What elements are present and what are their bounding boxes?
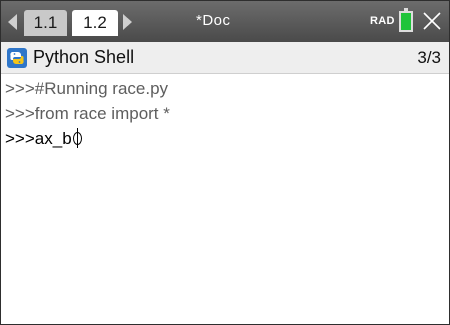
page-count: 3/3	[417, 48, 441, 67]
battery-icon	[399, 8, 413, 32]
text-cursor-icon	[72, 128, 82, 148]
document-title: *Doc	[196, 12, 231, 29]
console-line: >>>from race import *	[5, 104, 170, 123]
console-input-text: >>>ax_b	[5, 129, 72, 148]
python-shell-header: Python Shell 3/3	[1, 42, 449, 74]
angle-mode-indicator: RAD	[370, 15, 395, 27]
close-icon[interactable]	[422, 11, 442, 31]
tab-1-1[interactable]: 1.1	[24, 10, 67, 36]
shell-title: Python Shell	[33, 47, 135, 67]
tab-1-2[interactable]: 1.2	[72, 10, 118, 36]
next-tab-arrow-icon[interactable]	[123, 14, 132, 30]
calculator-screen: 1.1 1.2 *Doc RAD Python Shell 3/3 >>>#Ru…	[0, 0, 450, 325]
console-line: >>>#Running race.py	[5, 79, 169, 98]
previous-tab-arrow-icon[interactable]	[8, 14, 17, 30]
python-icon	[7, 48, 27, 68]
document-tab-bar: 1.1 1.2 *Doc RAD	[1, 1, 449, 42]
shell-console[interactable]: >>>#Running race.py >>>from race import …	[5, 76, 445, 151]
console-input-line[interactable]: >>>ax_b	[5, 126, 445, 151]
